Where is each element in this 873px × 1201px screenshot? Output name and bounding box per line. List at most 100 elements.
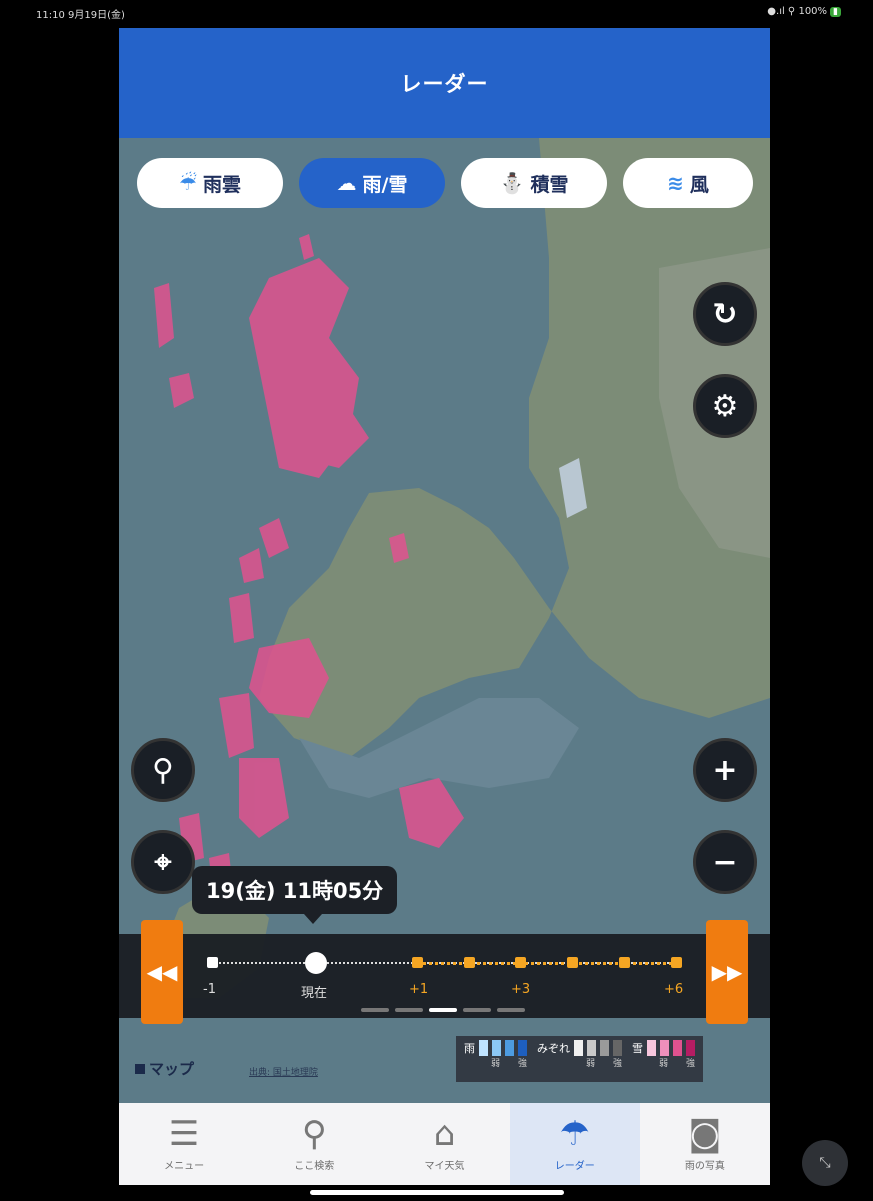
bottom-tab-bar: ☰ メニュー ⚲ ここ検索 ⌂ マイ天気 ☂ レーダー ◙ 雨の写真 [119,1103,770,1185]
home-indicator[interactable] [310,1190,564,1195]
timeline-now-handle[interactable] [305,952,327,974]
radar-app: レーダー ☔ 雨雲 ☁ 雨/雪 ⛄ 積雪 ≋ 風 ↻ ⚙ ⚲ ⌖ + − 19(… [119,28,770,1185]
precip-legend: 雨 弱 強 みぞれ 弱 強 雪 弱 強 [456,1036,703,1082]
wind-icon: ≋ [667,171,684,195]
timeline-next-button[interactable]: ▶▶ [706,920,748,1024]
fast-forward-icon: ▶▶ [711,960,743,984]
pager-dot [463,1008,491,1012]
zoom-out-button[interactable]: − [693,830,757,894]
legend-high: 強 [612,1059,622,1069]
rewind-icon: ◀◀ [146,960,178,984]
timeline-tick[interactable] [567,957,578,968]
refresh-button[interactable]: ↻ [693,282,757,346]
timeline-tick[interactable] [207,957,218,968]
rain-snow-icon: ☁ [336,171,357,195]
timeline-label-minus1: -1 [203,982,216,997]
layer-tabs: ☔ 雨雲 ☁ 雨/雪 ⛄ 積雪 ≋ 風 [137,158,753,208]
timeline-tick[interactable] [515,957,526,968]
layer-tab-rain-snow[interactable]: ☁ 雨/雪 [299,158,445,208]
timeline-label-p1: +1 [409,982,429,997]
timeline-pager [361,1008,525,1012]
tab-photo[interactable]: ◙ 雨の写真 [640,1103,770,1185]
legend-low: 弱 [490,1059,500,1069]
timeline-tick[interactable] [464,957,475,968]
battery-icon: ▮ [830,7,841,17]
layer-tab-label: 雨雲 [202,173,241,196]
layer-tab-snow-depth[interactable]: ⛄ 積雪 [461,158,607,208]
legend-snow: 雪 弱 強 [632,1040,695,1078]
map-toggle[interactable]: マップ [135,1058,194,1079]
menu-icon: ☰ [168,1113,200,1154]
expand-icon: ⤡ [819,1155,831,1171]
legend-swatch [505,1040,514,1056]
search-button[interactable]: ⚲ [131,738,195,802]
legend-low: 弱 [658,1059,668,1069]
tab-label: メニュー [164,1160,205,1172]
tab-label: 雨の写真 [684,1160,725,1172]
refresh-icon: ↻ [712,296,738,332]
home-icon: ⌂ [433,1113,456,1154]
current-time-label: 19(金) 11時05分 [206,879,384,903]
minus-icon: − [712,844,738,880]
tab-label: マイ天気 [424,1160,465,1172]
legend-sleet-label: みぞれ [537,1042,570,1055]
legend-swatch [518,1040,527,1056]
legend-high: 強 [685,1059,695,1069]
layer-tab-rain-cloud[interactable]: ☔ 雨雲 [137,158,283,208]
legend-swatch [647,1040,656,1056]
tab-menu[interactable]: ☰ メニュー [119,1103,249,1185]
legend-swatch [660,1040,669,1056]
legend-swatch [479,1040,488,1056]
layer-tab-label: 雨/雪 [362,173,408,196]
status-bar: 11:10 9月19日(金) ●.ıl ⚲ 100% ▮ [0,0,873,24]
snow-depth-icon: ⛄ [499,171,525,195]
tab-search[interactable]: ⚲ ここ検索 [249,1103,379,1185]
status-time: 11:10 9月19日(金) [36,10,125,21]
search-icon: ⚲ [301,1113,327,1154]
layer-tab-wind[interactable]: ≋ 風 [623,158,753,208]
timeline-tick[interactable] [671,957,682,968]
legend-snow-label: 雪 [632,1042,643,1055]
legend-swatch [574,1040,583,1056]
rain-cloud-icon: ☔ [179,171,197,195]
tab-my-weather[interactable]: ⌂ マイ天気 [379,1103,509,1185]
legend-swatch [492,1040,501,1056]
timeline-label-now: 現在 [301,986,328,1001]
pager-dot [361,1008,389,1012]
gear-icon: ⚙ [711,388,739,424]
legend-swatch [600,1040,609,1056]
map-toggle-label: マップ [149,1060,195,1078]
tab-label: ここ検索 [294,1160,335,1172]
timeline-label-p6: +6 [664,982,684,997]
assistive-touch-button[interactable]: ⤡ [802,1140,848,1186]
map-checkbox-icon [135,1064,145,1074]
timeline-tick[interactable] [619,957,630,968]
timeline-tick[interactable] [412,957,423,968]
timeline-track-future [416,962,678,965]
zoom-in-button[interactable]: + [693,738,757,802]
current-time-bubble: 19(金) 11時05分 [192,866,398,924]
tab-label: レーダー [554,1160,595,1172]
search-icon: ⚲ [152,752,174,788]
status-indicators: ●.ıl ⚲ 100% ▮ [767,6,841,17]
legend-rain-label: 雨 [464,1042,475,1055]
timeline-bar[interactable]: ◀◀ -1 現在 +1 +3 +6 ▶▶ [119,920,770,1024]
timeline-label-p3: +3 [511,982,531,997]
pager-dot-active [429,1008,457,1012]
tab-radar[interactable]: ☂ レーダー [509,1103,640,1185]
layer-tab-label: 積雪 [530,173,569,196]
legend-swatch [613,1040,622,1056]
locate-icon: ⌖ [154,844,172,880]
plus-icon: + [712,752,738,788]
legend-rain: 雨 弱 強 [464,1040,527,1078]
timeline-prev-button[interactable]: ◀◀ [141,920,183,1024]
map-attribution[interactable]: 出典: 国土地理院 [249,1065,318,1078]
settings-button[interactable]: ⚙ [693,374,757,438]
locate-button[interactable]: ⌖ [131,830,195,894]
layer-tab-label: 風 [689,173,709,196]
page-title: レーダー [400,72,489,96]
radar-icon: ☂ [559,1113,590,1154]
legend-high: 強 [517,1059,527,1069]
legend-swatch [686,1040,695,1056]
legend-low: 弱 [585,1059,595,1069]
